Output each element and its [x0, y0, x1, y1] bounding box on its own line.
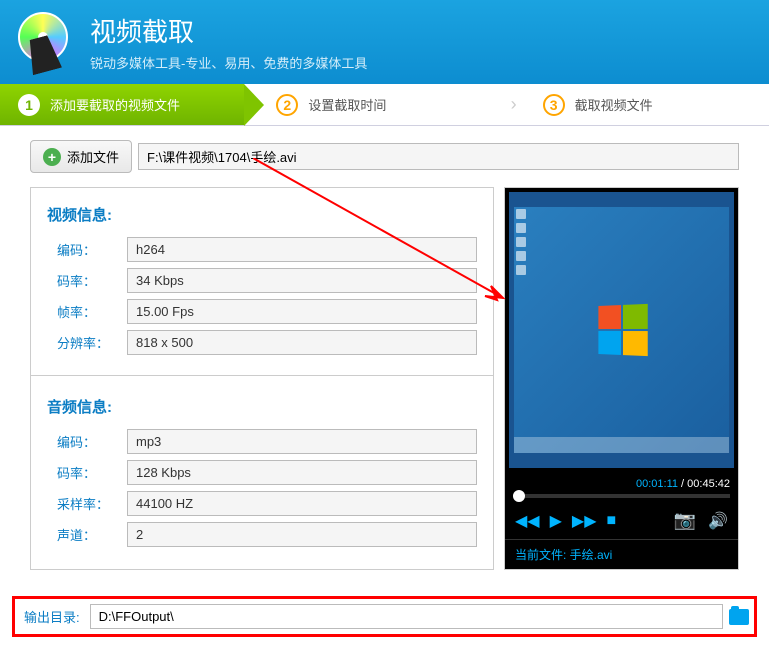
file-path-input[interactable]: [138, 143, 739, 170]
current-file-label: 当前文件:: [515, 548, 570, 562]
info-row-channels: 声道： 2: [47, 522, 477, 547]
resolution-value: 818 x 500: [127, 330, 477, 355]
info-row-resolution: 分辨率： 818 x 500: [47, 330, 477, 355]
info-row-bitrate: 码率： 34 Kbps: [47, 268, 477, 293]
progress-bar[interactable]: [513, 494, 730, 498]
time-current: 00:01:11: [636, 478, 678, 490]
resolution-label: 分辨率：: [47, 333, 127, 352]
step-label: 设置截取时间: [308, 95, 386, 114]
add-file-label: 添加文件: [67, 147, 119, 166]
app-subtitle: 锐动多媒体工具-专业、易用、免费的多媒体工具: [90, 53, 367, 72]
video-info-title: 视频信息:: [47, 204, 477, 225]
chevron-right-icon: ›: [503, 94, 525, 115]
snapshot-button[interactable]: 📷: [674, 510, 696, 531]
stop-button[interactable]: ■: [607, 512, 617, 530]
windows-logo-icon: [598, 304, 647, 356]
info-row-fps: 帧率： 15.00 Fps: [47, 299, 477, 324]
codec-label: 编码：: [47, 240, 127, 259]
output-directory-bar: 输出目录:: [12, 596, 757, 637]
wizard-steps: 1 添加要截取的视频文件 2 设置截取时间 › 3 截取视频文件: [0, 84, 769, 126]
step-number-badge: 1: [18, 94, 40, 116]
step-label: 截取视频文件: [575, 95, 653, 114]
bitrate-label: 码率：: [47, 271, 127, 290]
media-info-panel: 视频信息: 编码： h264 码率： 34 Kbps 帧率： 15.00 Fps…: [30, 187, 494, 570]
sample-rate-label: 采样率：: [47, 494, 127, 513]
step-2-set-time[interactable]: 2 设置截取时间: [244, 84, 502, 125]
time-total: 00:45:42: [687, 478, 730, 490]
current-file-name: 手绘.avi: [570, 548, 613, 562]
step-1-add-file[interactable]: 1 添加要截取的视频文件: [0, 84, 244, 125]
output-path-input[interactable]: [90, 604, 723, 629]
info-row-codec: 编码： h264: [47, 237, 477, 262]
channels-label: 声道：: [47, 525, 127, 544]
play-button[interactable]: ▶: [550, 511, 562, 531]
app-title: 视频截取: [90, 12, 367, 49]
audio-info-title: 音频信息:: [47, 396, 477, 417]
info-row-sample-rate: 采样率： 44100 HZ: [47, 491, 477, 516]
fps-label: 帧率：: [47, 302, 127, 321]
rewind-button[interactable]: ◀◀: [515, 511, 540, 531]
fps-value: 15.00 Fps: [127, 299, 477, 324]
sample-rate-value: 44100 HZ: [127, 491, 477, 516]
step-3-cut-video[interactable]: 3 截取视频文件: [525, 84, 769, 125]
progress-handle[interactable]: [513, 490, 525, 502]
audio-bitrate-label: 码率：: [47, 463, 127, 482]
audio-codec-value: mp3: [127, 429, 477, 454]
output-label: 输出目录:: [20, 607, 84, 626]
bitrate-value: 34 Kbps: [127, 268, 477, 293]
volume-button[interactable]: 🔊: [708, 511, 728, 531]
app-logo-icon: [18, 12, 78, 72]
audio-codec-label: 编码：: [47, 432, 127, 451]
info-row-audio-bitrate: 码率： 128 Kbps: [47, 460, 477, 485]
add-file-button[interactable]: + 添加文件: [30, 140, 132, 173]
channels-value: 2: [127, 522, 477, 547]
current-file-bar: 当前文件: 手绘.avi: [505, 539, 738, 569]
video-preview-screen[interactable]: [509, 192, 734, 468]
plus-circle-icon: +: [43, 148, 61, 166]
file-toolbar: + 添加文件: [0, 126, 769, 187]
step-label: 添加要截取的视频文件: [50, 95, 180, 114]
forward-button[interactable]: ▶▶: [572, 511, 597, 531]
audio-bitrate-value: 128 Kbps: [127, 460, 477, 485]
playback-time: 00:01:11 / 00:45:42: [505, 472, 738, 492]
info-row-audio-codec: 编码： mp3: [47, 429, 477, 454]
video-preview-panel: 00:01:11 / 00:45:42 ◀◀ ▶ ▶▶ ■ 📷 🔊 当前文件: …: [504, 187, 739, 570]
browse-folder-button[interactable]: [729, 609, 749, 625]
codec-value: h264: [127, 237, 477, 262]
step-number-badge: 3: [543, 94, 565, 116]
step-number-badge: 2: [276, 94, 298, 116]
app-header: 视频截取 锐动多媒体工具-专业、易用、免费的多媒体工具: [0, 0, 769, 84]
playback-controls: ◀◀ ▶ ▶▶ ■ 📷 🔊: [505, 506, 738, 539]
